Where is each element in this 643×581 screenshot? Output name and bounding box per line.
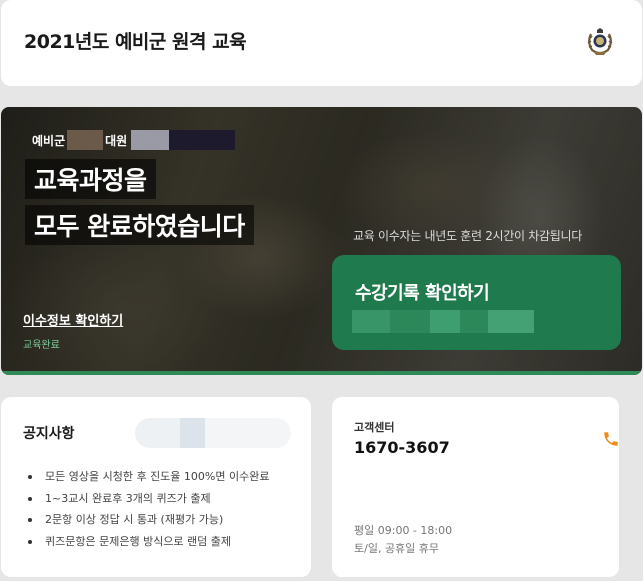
user-greeting: 예비군 대원	[32, 130, 236, 150]
page-title: 2021년도 예비군 원격 교육	[24, 31, 247, 53]
banner-accent-bar	[1, 371, 642, 375]
notice-card: 공지사항 모든 영상을 시청한 후 진도율 100%면 이수완료 1~3교시 완…	[1, 397, 311, 577]
notice-item: 2문항 이상 정답 시 통과 (재평가 가능)	[26, 513, 269, 535]
notice-item: 1~3교시 완료후 3개의 퀴즈가 출제	[26, 492, 269, 514]
headline-line-2: 모두 완료하였습니다	[25, 205, 254, 245]
notice-list: 모든 영상을 시청한 후 진도율 100%면 이수완료 1~3교시 완료후 3개…	[26, 470, 269, 556]
redacted-unit	[67, 130, 104, 150]
training-deduction-note: 교육 이수자는 내년도 훈련 2시간이 차감됩니다	[353, 229, 582, 243]
support-title: 고객센터	[354, 421, 395, 434]
view-history-label: 수강기록 확인하기	[355, 283, 490, 304]
redacted-name	[131, 130, 236, 150]
reserve-forces-emblem-icon	[587, 28, 613, 55]
greeting-rank: 대원	[105, 133, 128, 148]
support-card: 고객센터 1670-3607 평일 09:00 - 18:00 토/일, 공휴일…	[332, 397, 619, 577]
notice-item: 모든 영상을 시청한 후 진도율 100%면 이수완료	[26, 470, 269, 492]
headline-line-1: 교육과정을	[25, 159, 156, 199]
view-history-button[interactable]: 수강기록 확인하기	[332, 255, 621, 350]
phone-icon[interactable]	[602, 430, 620, 448]
redacted-notice-tag	[135, 418, 291, 448]
support-phone-number[interactable]: 1670-3607	[354, 438, 450, 457]
header-card: 2021년도 예비군 원격 교육	[1, 0, 642, 86]
redacted-history-info	[352, 310, 534, 333]
support-holiday-notice: 토/일, 공휴일 휴무	[354, 542, 440, 555]
notice-title: 공지사항	[23, 426, 75, 442]
completion-status: 교육완료	[23, 340, 60, 351]
greeting-prefix: 예비군	[32, 133, 66, 148]
notice-item: 퀴즈문항은 문제은행 방식으로 랜덤 출제	[26, 535, 269, 557]
support-hours: 평일 09:00 - 18:00	[354, 524, 453, 537]
completion-info-link[interactable]: 이수정보 확인하기	[23, 310, 123, 329]
completion-banner: 예비군 대원 교육과정을 모두 완료하였습니다 교육 이수자는 내년도 훈련 2…	[1, 107, 642, 375]
